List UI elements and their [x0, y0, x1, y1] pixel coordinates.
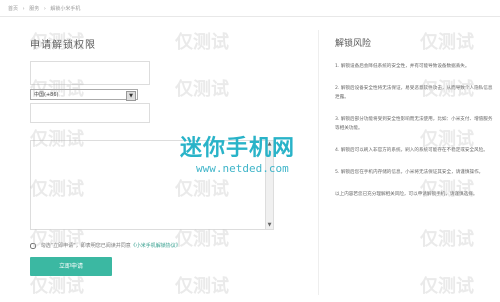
watermark-text: 仅测试 — [30, 229, 84, 250]
watermark-text: 仅测试 — [420, 79, 474, 100]
agreement-link[interactable]: 《小米手机解锁协议》 — [131, 243, 181, 249]
risk-title: 解锁风险 — [335, 39, 372, 49]
watermark-logo: 迷你手机网 — [180, 136, 296, 161]
watermark-text: 仅测试 — [30, 276, 84, 297]
breadcrumb: 首页 › 服务 › 解锁小米手机 — [8, 6, 81, 12]
watermark-text: 仅测试 — [175, 229, 229, 250]
watermark-text: 仅测试 — [175, 79, 229, 100]
column-divider — [318, 30, 319, 295]
header-divider — [0, 16, 500, 17]
watermark-text: 仅测试 — [420, 32, 474, 53]
watermark-text: 仅测试 — [30, 32, 84, 53]
watermark-text: 仅测试 — [30, 179, 84, 200]
watermark-text: 仅测试 — [420, 276, 474, 297]
scroll-down-icon[interactable]: ▼ — [266, 222, 273, 229]
breadcrumb-service[interactable]: 服务 — [29, 6, 39, 12]
phone-field[interactable] — [30, 103, 150, 123]
watermark-text: 仅测试 — [175, 276, 229, 297]
breadcrumb-current: 解锁小米手机 — [50, 6, 81, 12]
watermark-text: 仅测试 — [420, 229, 474, 250]
watermark-text: 仅测试 — [175, 32, 229, 53]
breadcrumb-home[interactable]: 首页 — [8, 6, 18, 12]
watermark-url: www.netded.com — [196, 162, 289, 175]
watermark-text: 仅测试 — [420, 129, 474, 150]
watermark-text: 仅测试 — [175, 179, 229, 200]
chevron-down-icon[interactable]: ▼ — [126, 91, 136, 101]
watermark-text: 仅测试 — [30, 79, 84, 100]
watermark-text: 仅测试 — [30, 129, 84, 150]
watermark-text: 仅测试 — [420, 179, 474, 200]
risk-item: 1. 解锁设备后会降低系统的安全性，并有可能导致设备数据丢失。 — [335, 64, 470, 69]
